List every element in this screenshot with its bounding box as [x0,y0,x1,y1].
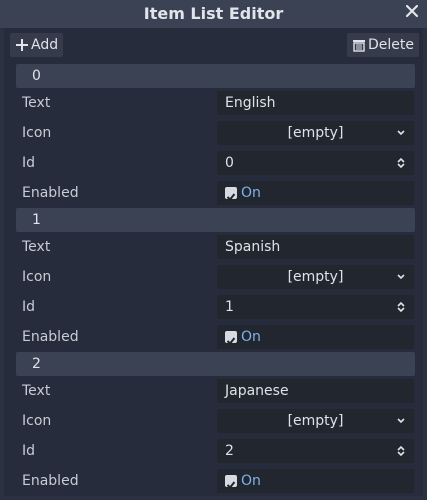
id-property-row: Id 2 [10,436,419,466]
id-label: Id [22,299,36,315]
enabled-label: Enabled [22,185,79,201]
item-header[interactable]: 0 [16,64,415,88]
icon-resource-picker[interactable]: [empty] [217,265,414,289]
icon-property-row: Icon [empty] [10,118,419,148]
trash-icon [353,40,365,52]
icon-resource-picker[interactable]: [empty] [217,121,414,145]
text-label: Text [22,95,51,111]
chevron-down-icon[interactable] [396,127,406,139]
icon-value: [empty] [287,413,344,429]
text-input[interactable]: Japanese [217,379,414,403]
item-header[interactable]: 1 [16,208,415,232]
enabled-value: On [241,329,261,345]
id-value: 1 [225,299,234,315]
text-input[interactable]: Spanish [217,235,414,259]
enabled-property-row: Enabled On [10,466,419,494]
enabled-value: On [241,185,261,201]
icon-value: [empty] [287,125,344,141]
enabled-label: Enabled [22,329,79,345]
item-header[interactable]: 2 [16,352,415,376]
enabled-checkbox[interactable]: On [217,325,414,349]
checkbox-checked-icon[interactable] [225,475,237,489]
id-property-row: Id 1 [10,292,419,322]
spin-arrows-icon[interactable] [396,157,406,169]
item-list: 0 Text English Icon [empty] Id 0 Enabled… [10,64,419,494]
plus-icon [16,39,28,51]
item-list-editor-dialog: Add Delete 0 Text English Icon [empty] I… [4,28,423,496]
delete-button-label: Delete [368,37,414,53]
spin-arrows-icon[interactable] [396,301,406,313]
icon-property-row: Icon [empty] [10,406,419,436]
chevron-down-icon[interactable] [396,415,406,427]
text-label: Text [22,239,51,255]
id-value: 2 [225,443,234,459]
window-title: Item List Editor [143,4,284,23]
text-property-row: Text Spanish [10,232,419,262]
enabled-value: On [241,473,261,489]
text-property-row: Text English [10,88,419,118]
enabled-label: Enabled [22,473,79,489]
icon-resource-picker[interactable]: [empty] [217,409,414,433]
chevron-down-icon[interactable] [396,271,406,283]
spin-arrows-icon[interactable] [396,445,406,457]
text-input[interactable]: English [217,91,414,115]
id-spinbox[interactable]: 2 [217,439,414,463]
enabled-property-row: Enabled On [10,322,419,352]
add-button-label: Add [31,37,59,53]
id-spinbox[interactable]: 0 [217,151,414,175]
enabled-checkbox[interactable]: On [217,181,414,205]
id-property-row: Id 0 [10,148,419,178]
id-label: Id [22,155,36,171]
id-spinbox[interactable]: 1 [217,295,414,319]
toolbar: Add Delete [4,28,423,64]
icon-label: Icon [22,125,52,141]
enabled-checkbox[interactable]: On [217,469,414,493]
checkbox-checked-icon[interactable] [225,187,237,201]
icon-property-row: Icon [empty] [10,262,419,292]
enabled-property-row: Enabled On [10,178,419,208]
id-value: 0 [225,155,234,171]
text-property-row: Text Japanese [10,376,419,406]
icon-label: Icon [22,269,52,285]
icon-value: [empty] [287,269,344,285]
window-titlebar: Item List Editor [0,0,427,28]
icon-label: Icon [22,413,52,429]
delete-button[interactable]: Delete [347,33,419,57]
id-label: Id [22,443,36,459]
checkbox-checked-icon[interactable] [225,331,237,345]
close-icon[interactable] [405,4,419,18]
add-button[interactable]: Add [10,33,64,57]
text-label: Text [22,383,51,399]
